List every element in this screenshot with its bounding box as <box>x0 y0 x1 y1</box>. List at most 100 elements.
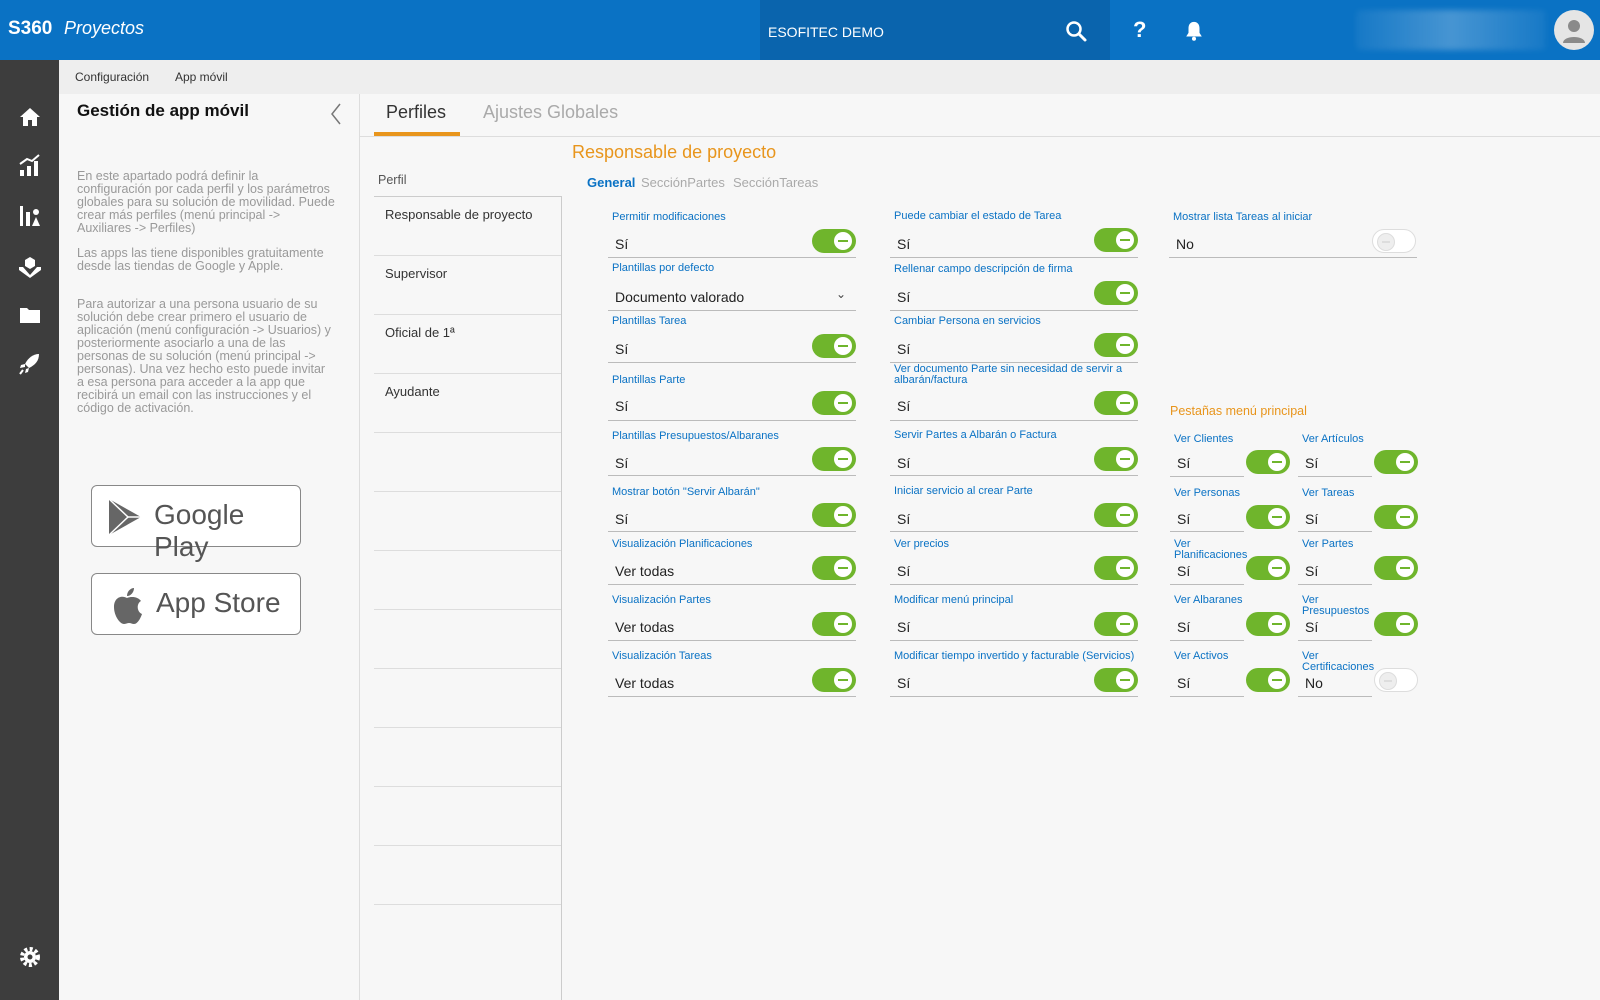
setting-value[interactable]: Sí <box>1305 511 1318 527</box>
toggle-switch[interactable] <box>812 612 856 636</box>
setting-value[interactable]: Sí <box>897 675 910 691</box>
setting-value[interactable]: Sí <box>897 341 910 357</box>
app-store-button[interactable]: App Store <box>91 573 301 635</box>
toggle-switch[interactable] <box>1094 447 1138 471</box>
toggle-switch[interactable] <box>1246 556 1290 580</box>
toggle-switch[interactable] <box>1094 612 1138 636</box>
toggle-switch[interactable] <box>1094 503 1138 527</box>
toggle-switch[interactable] <box>1374 556 1418 580</box>
rocket-icon[interactable] <box>17 351 43 377</box>
toggle-switch[interactable] <box>1246 450 1290 474</box>
toggle-switch[interactable] <box>1094 281 1138 305</box>
toggle-switch[interactable] <box>1372 229 1416 253</box>
subtab-seccion-tareas[interactable]: SecciónTareas <box>733 175 818 190</box>
toggle-knob <box>834 506 852 524</box>
help-icon[interactable]: ? <box>1133 17 1146 43</box>
setting-value[interactable]: Sí <box>615 455 628 471</box>
home-icon[interactable] <box>17 104 43 130</box>
folder-icon[interactable] <box>17 302 43 328</box>
toggle-switch[interactable] <box>1094 668 1138 692</box>
setting-value[interactable]: Sí <box>615 511 628 527</box>
toggle-switch[interactable] <box>1246 505 1290 529</box>
avatar-icon[interactable] <box>1554 10 1594 50</box>
setting-value[interactable]: Sí <box>1177 675 1190 691</box>
setting-underline <box>608 640 856 641</box>
setting-value[interactable]: Sí <box>897 511 910 527</box>
company-selector[interactable]: ESOFITEC DEMO <box>760 0 1110 60</box>
profile-item-label: Oficial de 1ª <box>385 325 455 340</box>
toggle-switch[interactable] <box>1094 333 1138 357</box>
toggle-knob <box>834 232 852 250</box>
profile-form-title: Responsable de proyecto <box>572 142 777 162</box>
profile-item-empty <box>374 728 561 787</box>
setting-label: Ver Planificaciones <box>1174 538 1248 561</box>
toggle-switch[interactable] <box>812 229 856 253</box>
toggle-switch[interactable] <box>1246 612 1290 636</box>
profile-item-oficial[interactable]: Oficial de 1ª <box>374 315 561 374</box>
toggle-knob <box>834 615 852 633</box>
setting-value[interactable]: Sí <box>615 398 628 414</box>
setting-value[interactable]: Sí <box>897 398 910 414</box>
breadcrumb-app-movil[interactable]: App móvil <box>175 70 228 84</box>
setting-value[interactable]: Ver todas <box>615 619 674 635</box>
setting-label: Puede cambiar el estado de Tarea <box>894 210 1062 222</box>
setting-value[interactable]: Sí <box>1305 563 1318 579</box>
setting-value[interactable]: Sí <box>897 455 910 471</box>
setting-value[interactable]: Documento valorado <box>615 289 744 305</box>
toggle-switch[interactable] <box>1374 505 1418 529</box>
setting-value[interactable]: Ver todas <box>615 563 674 579</box>
tab-ajustes-globales[interactable]: Ajustes Globales <box>483 102 618 123</box>
setting-value[interactable]: Sí <box>615 341 628 357</box>
toggle-switch[interactable] <box>1374 668 1418 692</box>
profile-item-supervisor[interactable]: Supervisor <box>374 256 561 315</box>
profile-item-ayudante[interactable]: Ayudante <box>374 374 561 433</box>
setting-value[interactable]: Sí <box>1305 619 1318 635</box>
subtab-seccion-partes[interactable]: SecciónPartes <box>641 175 725 190</box>
tab-perfiles[interactable]: Perfiles <box>386 102 446 123</box>
setting-value[interactable]: Sí <box>1177 511 1190 527</box>
settings-icon[interactable] <box>17 944 43 970</box>
toggle-switch[interactable] <box>812 391 856 415</box>
breadcrumb-configuracion[interactable]: Configuración <box>75 70 149 84</box>
setting-value[interactable]: Sí <box>897 619 910 635</box>
chevron-down-icon[interactable]: ⌄ <box>836 287 846 301</box>
toggle-switch[interactable] <box>812 556 856 580</box>
setting-value[interactable]: Sí <box>615 236 628 252</box>
bell-icon[interactable] <box>1183 20 1205 42</box>
setting-value[interactable]: Sí <box>1305 455 1318 471</box>
toggle-switch[interactable] <box>812 447 856 471</box>
toggle-switch[interactable] <box>812 668 856 692</box>
setting-underline <box>1298 584 1372 585</box>
tasks-icon[interactable] <box>17 203 43 229</box>
toggle-switch[interactable] <box>1374 612 1418 636</box>
subtab-general[interactable]: General <box>587 175 635 190</box>
setting-value[interactable]: Sí <box>897 563 910 579</box>
setting-underline <box>1170 476 1244 477</box>
setting-value[interactable]: Sí <box>1177 455 1190 471</box>
search-icon[interactable] <box>1064 19 1088 43</box>
brand-logo[interactable]: S360 <box>8 18 52 40</box>
toggle-switch[interactable] <box>1374 450 1418 474</box>
setting-value[interactable]: No <box>1305 675 1323 691</box>
setting-label: Iniciar servicio al crear Parte <box>894 485 1033 497</box>
toggle-switch[interactable] <box>1246 668 1290 692</box>
toggle-switch[interactable] <box>812 503 856 527</box>
setting-value[interactable]: Sí <box>1177 563 1190 579</box>
chevron-left-icon[interactable] <box>329 102 343 126</box>
setting-value[interactable]: Ver todas <box>615 675 674 691</box>
setting-value[interactable]: Sí <box>1177 619 1190 635</box>
profile-item-responsable[interactable]: Responsable de proyecto <box>374 197 561 256</box>
hands-icon[interactable] <box>17 253 43 279</box>
setting-value[interactable]: No <box>1176 236 1194 252</box>
toggle-switch[interactable] <box>812 334 856 358</box>
toggle-knob <box>1268 671 1286 689</box>
setting-label: Ver Partes <box>1302 538 1354 550</box>
toggle-switch[interactable] <box>1094 556 1138 580</box>
chart-icon[interactable] <box>17 153 43 179</box>
toggle-knob <box>1116 671 1134 689</box>
google-play-button[interactable]: Google Play <box>91 485 301 562</box>
toggle-switch[interactable] <box>1094 391 1138 415</box>
setting-value[interactable]: Sí <box>897 236 910 252</box>
setting-value[interactable]: Sí <box>897 289 910 305</box>
toggle-switch[interactable] <box>1094 228 1138 252</box>
